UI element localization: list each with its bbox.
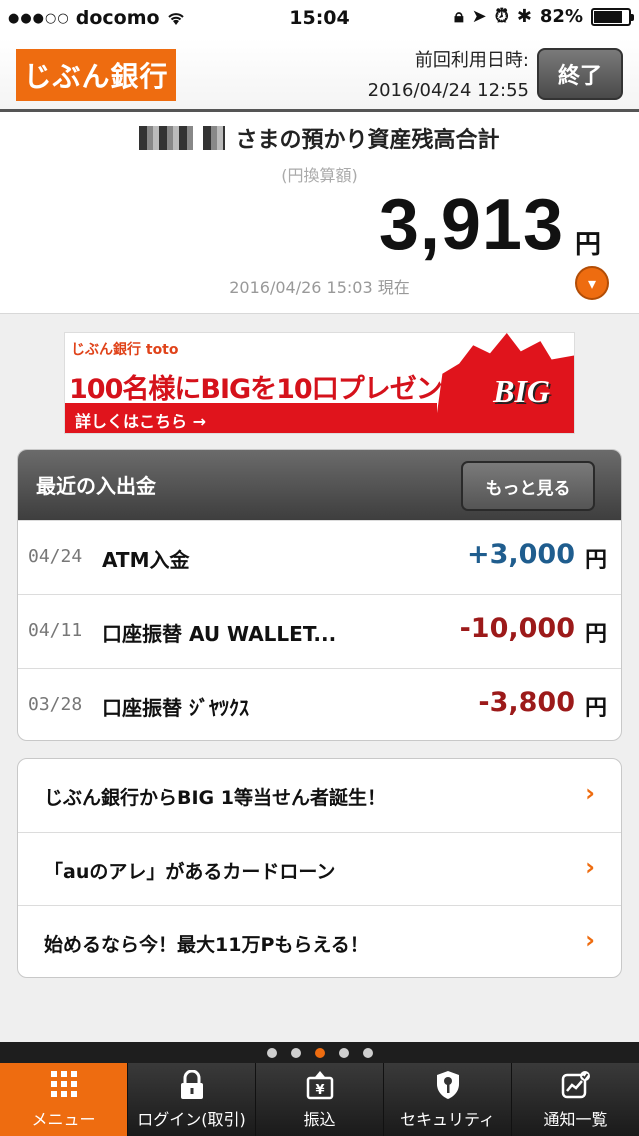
transaction-date: 03/28 [28,694,83,715]
transaction-date: 04/11 [28,620,83,641]
info-link-big-winner[interactable]: じぶん銀行からBIG 1等当せん者誕生！ › [18,759,621,832]
transaction-row[interactable]: 03/28 口座振替 ｼﾞﾔﾂｸｽ -3,800 円 [18,668,621,740]
last-use-label: 前回利用日時: [414,50,529,71]
tab-transfer[interactable]: ¥ 振込 [256,1063,384,1136]
banner-details-link[interactable]: 詳しくはこちら → [65,403,437,433]
tab-menu[interactable]: メニュー [0,1063,128,1136]
app-header: じぶん銀行 前回利用日時: 2016/04/24 12:55 終了 [0,38,639,112]
jibun-bank-logo[interactable]: じぶん銀行 [16,49,176,101]
balance-title: さまの預かり資産残高合計 [0,122,639,154]
last-use-info: 前回利用日時: 2016/04/24 12:55 [368,46,529,106]
expand-chevron-icon[interactable]: ▾ [575,266,609,300]
banner-brand: じぶん銀行 toto [71,342,179,358]
tab-label: ログイン(取引) [137,1110,246,1129]
balance-panel: さまの預かり資産残高合計 (円換算額) 3,913 円 2016/04/26 1… [0,112,639,314]
tab-login[interactable]: ログイン(取引) [128,1063,256,1136]
page-dot[interactable] [338,1047,349,1058]
redacted-name-mosaic [203,126,226,150]
last-use-value: 2016/04/24 12:55 [367,80,529,101]
page-dot[interactable] [290,1047,301,1058]
status-right: 🔒︎ ➤ ⏰︎ ✱ 82% [454,6,634,27]
transaction-description: ATM入金 [102,548,190,572]
transaction-row[interactable]: 04/11 口座振替 AU WALLET... -10,000 円 [18,594,621,668]
bluetooth-icon: ✱ [516,6,532,27]
transaction-row[interactable]: 04/24 ATM入金 +3,000 円 [18,520,621,594]
info-link-points-campaign[interactable]: 始めるなら今！最大11万Pもらえる！ › [18,905,621,977]
balance-as-of: 2016/04/26 15:03 現在 [229,278,410,297]
rotation-lock-icon: 🔒︎ [454,6,464,27]
tab-label: セキュリティ [399,1110,496,1129]
recent-transactions-card: 最近の入出金 もっと見る 04/24 ATM入金 +3,000 円 04/11 … [17,449,622,741]
bottom-tab-bar: メニュー ログイン(取引) ¥ 振込 セキュリティ 通知一覧 [0,1063,639,1136]
info-link-label: じぶん銀行からBIG 1等当せん者誕生！ [44,787,386,809]
battery-fill [594,10,622,23]
status-bar: ●●●○○ docomo 15:04 🔒︎ ➤ ⏰︎ ✱ 82% [0,0,639,38]
tab-notifications[interactable]: 通知一覧 [512,1063,639,1136]
battery-icon [591,7,634,26]
balance-title-text: さまの預かり資産残高合計 [235,128,500,153]
recent-transactions-title: 最近の入出金 [36,474,156,498]
info-link-label: 始めるなら今！最大11万Pもらえる！ [44,934,369,956]
info-links-card: じぶん銀行からBIG 1等当せん者誕生！ › 「auのアレ」があるカードローン … [17,758,622,978]
shield-key-icon [384,1070,511,1104]
battery-percent: 82% [539,6,583,27]
tab-label: 振込 [303,1110,336,1129]
transaction-amount: -3,800 [478,687,575,718]
transaction-unit: 円 [584,622,607,647]
big-logo: BIG [493,373,550,409]
page-dot[interactable] [362,1047,373,1058]
balance-amount: 3,913 [378,185,564,265]
see-more-button[interactable]: もっと見る [461,461,595,511]
transaction-date: 04/24 [28,546,83,567]
chevron-right-icon: › [585,779,595,807]
promo-banner[interactable]: じぶん銀行 toto 100名様にBIGを10口プレゼント! 詳しくはこちら →… [64,332,575,434]
transaction-unit: 円 [584,696,607,721]
chevron-right-icon: › [585,853,595,881]
alarm-icon: ⏰︎ [494,6,509,27]
transfer-icon: ¥ [256,1070,383,1104]
transaction-unit: 円 [584,548,607,573]
location-icon: ➤ [471,6,487,27]
page-dot[interactable] [266,1047,277,1058]
svg-text:¥: ¥ [315,1083,324,1098]
notification-chart-icon [512,1070,639,1104]
tab-security[interactable]: セキュリティ [384,1063,512,1136]
logout-button[interactable]: 終了 [537,48,623,100]
tab-label: 通知一覧 [543,1110,608,1129]
balance-unit: 円 [574,230,601,260]
page-indicator[interactable] [0,1042,639,1063]
info-link-label: 「auのアレ」があるカードローン [44,861,336,883]
transaction-description: 口座振替 ｼﾞﾔﾂｸｽ [102,696,249,720]
info-link-card-loan[interactable]: 「auのアレ」があるカードローン › [18,832,621,905]
page-dot[interactable] [314,1047,325,1058]
chevron-right-icon: › [585,926,595,954]
lock-icon [128,1069,255,1104]
banner-headline: 100名様にBIGを10口プレゼント! [69,374,480,405]
transaction-amount: -10,000 [459,613,575,644]
recent-transactions-header: 最近の入出金 もっと見る [18,450,621,520]
currency-note: (円換算額) [281,166,358,185]
grid-icon [0,1070,127,1104]
transaction-description: 口座振替 AU WALLET... [102,622,337,646]
tab-label: メニュー [31,1110,96,1129]
redacted-name-mosaic [139,126,194,150]
transaction-amount: +3,000 [466,539,575,570]
